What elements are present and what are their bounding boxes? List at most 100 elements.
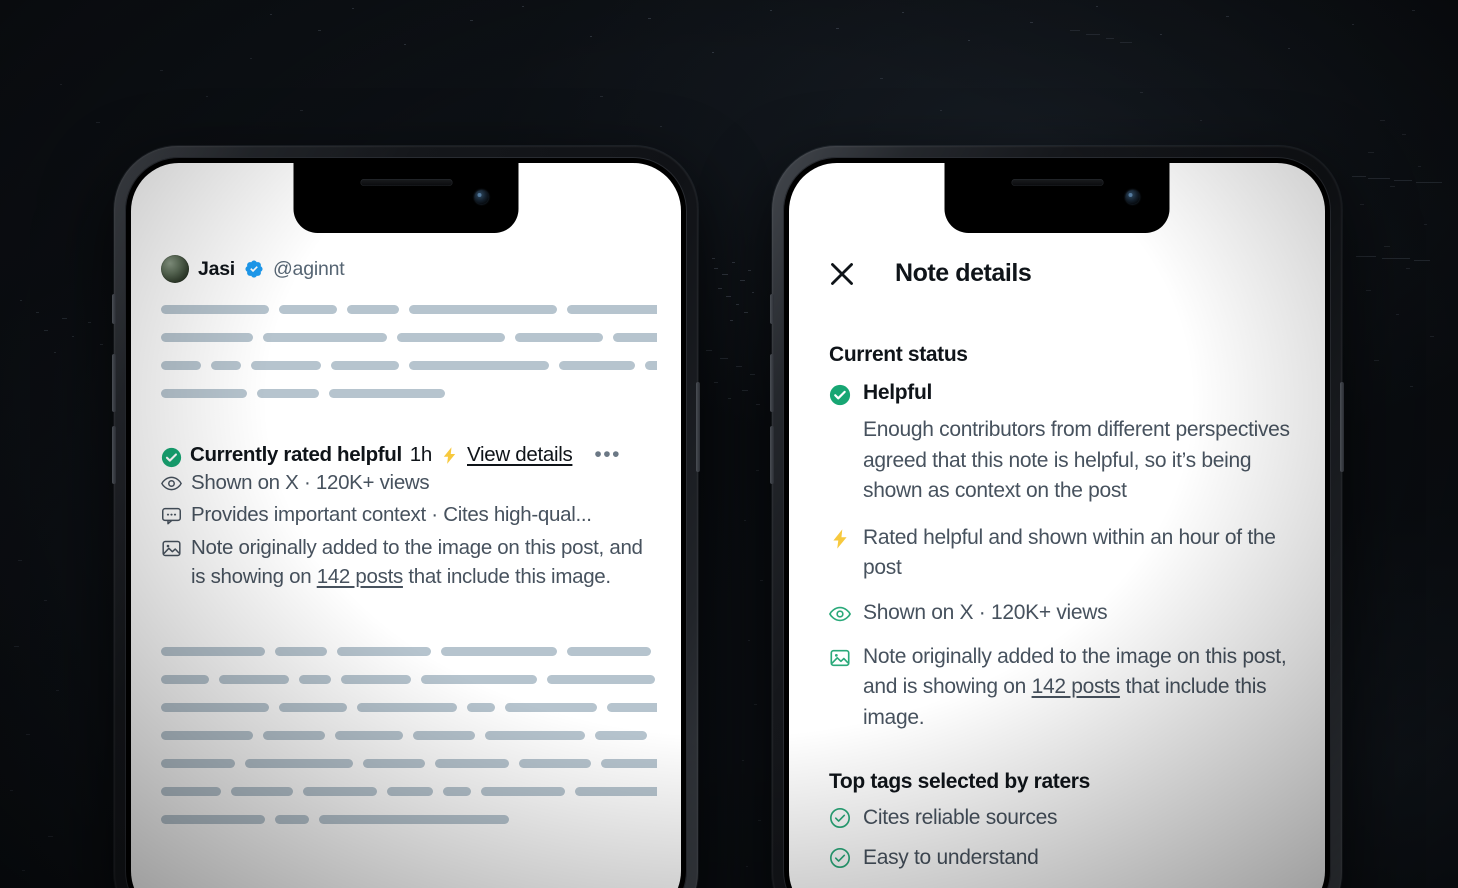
skeleton-bar [397,333,505,342]
skeleton-bar [595,731,647,741]
view-details-link[interactable]: View details [467,443,573,467]
skeleton-row [161,361,657,370]
phone-left-bezel: Jasi @aginnt Currently rated helpful 1h … [125,157,687,888]
image-icon [162,540,181,556]
skeleton-bar [505,703,597,713]
skeleton-row [161,731,657,741]
front-camera-icon [474,190,489,204]
skeleton-bar [161,675,209,685]
tag-cites-reliable-sources: Cites reliable sources [829,806,1295,830]
skeleton-bar [441,647,557,657]
post-author-row[interactable]: Jasi @aginnt [161,255,657,283]
note-views-text: Shown on X · 120K+ views [191,471,430,494]
author-handle: @aginnt [272,257,345,280]
volume-up-button[interactable] [112,354,116,412]
power-button-right[interactable] [1340,382,1344,472]
skeleton-bar [341,675,411,685]
phone-left-device: Jasi @aginnt Currently rated helpful 1h … [112,146,700,888]
skeleton-bar [275,647,327,657]
skeleton-bar [263,333,387,342]
skeleton-bar [161,361,201,370]
posts-count-link-right[interactable]: 142 posts [1032,675,1121,698]
notch-left [293,163,519,233]
silent-switch[interactable] [112,294,116,324]
skeleton-bar [161,731,253,741]
phone-right-device: Note details Current status Helpful Enou… [770,146,1344,888]
skeleton-bar [409,361,549,370]
more-horizontal-icon[interactable]: ••• [594,444,621,464]
skeleton-bar [347,305,399,314]
skeleton-bar [211,361,241,370]
skeleton-bar [319,815,509,825]
page-title: Note details [895,259,1032,287]
skeleton-bar [251,361,321,370]
skeleton-bar [161,305,269,314]
avatar[interactable] [161,255,189,283]
check-circle-filled-icon [161,447,182,468]
skeleton-bar [435,759,509,769]
screenshot-root: Jasi @aginnt Currently rated helpful 1h … [0,0,1458,888]
note-details-header: Note details [829,259,1295,288]
skeleton-bar [567,647,651,657]
status-rated-fast-text: Rated helpful and shown within an hour o… [863,525,1276,580]
skeleton-bar [645,361,657,370]
power-button[interactable] [696,382,700,472]
current-status-heading: Current status [829,343,968,366]
phone-right-bezel: Note details Current status Helpful Enou… [783,157,1331,888]
skeleton-bar [481,787,565,797]
skeleton-row [161,815,657,825]
lightning-bolt-icon [443,446,456,464]
note-row-views: Shown on X · 120K+ views [161,468,657,497]
status-helpful-description: Enough contributors from different persp… [863,418,1290,503]
skeleton-bar [559,361,635,370]
skeleton-row [161,675,657,685]
check-circle-outline-icon [830,848,850,869]
skeleton-bar [467,703,495,713]
phone-right-screen: Note details Current status Helpful Enou… [789,163,1325,888]
skeleton-bar [337,647,431,657]
skeleton-bar [575,787,657,797]
note-row-image: Note originally added to the image on th… [161,533,657,592]
note-status-label: Currently rated helpful [190,443,402,466]
volume-up-button-right[interactable] [770,354,774,412]
skeleton-bar [161,333,253,342]
skeleton-bar [161,389,247,398]
volume-down-button[interactable] [112,426,116,484]
verified-badge-icon [245,260,263,278]
skeleton-row [161,389,657,398]
note-status-row: Currently rated helpful 1h View details … [161,442,657,468]
skeleton-bar [279,703,347,713]
skeleton-bar [245,759,353,769]
note-image-text: Note originally added to the image on th… [191,533,657,592]
notch-right [944,163,1170,233]
skeleton-bar [161,759,235,769]
silent-switch-right[interactable] [770,294,774,324]
eye-icon [161,476,182,491]
status-rated-fast-row: Rated helpful and shown within an hour o… [829,523,1295,584]
eye-icon [829,606,851,621]
status-helpful-label: Helpful [863,381,933,404]
skeleton-bar [161,703,269,713]
skeleton-bar [413,731,475,741]
author-display-name: Jasi [198,257,235,280]
community-note-block: Currently rated helpful 1h View details … [161,442,657,591]
skeleton-bar [409,305,557,314]
close-x-icon[interactable] [829,261,855,287]
skeleton-row [161,647,657,657]
skeleton-bar [275,815,309,825]
skeleton-bar [567,305,657,314]
skeleton-bar [547,675,655,685]
status-helpful-row: Helpful [829,379,1295,407]
status-views-text: Shown on X · 120K+ views [863,600,1108,624]
skeleton-bar [601,759,657,769]
tag-easy-to-understand: Easy to understand [829,846,1295,870]
skeleton-bar [515,333,603,342]
skeleton-bar [519,759,591,769]
volume-down-button-right[interactable] [770,426,774,484]
posts-count-link[interactable]: 142 posts [317,565,404,588]
skeleton-bar [161,787,221,797]
top-tags-heading: Top tags selected by raters [829,770,1090,794]
skeleton-bar [257,389,319,398]
skeleton-bar [161,647,265,657]
phone-left-screen: Jasi @aginnt Currently rated helpful 1h … [131,163,681,888]
